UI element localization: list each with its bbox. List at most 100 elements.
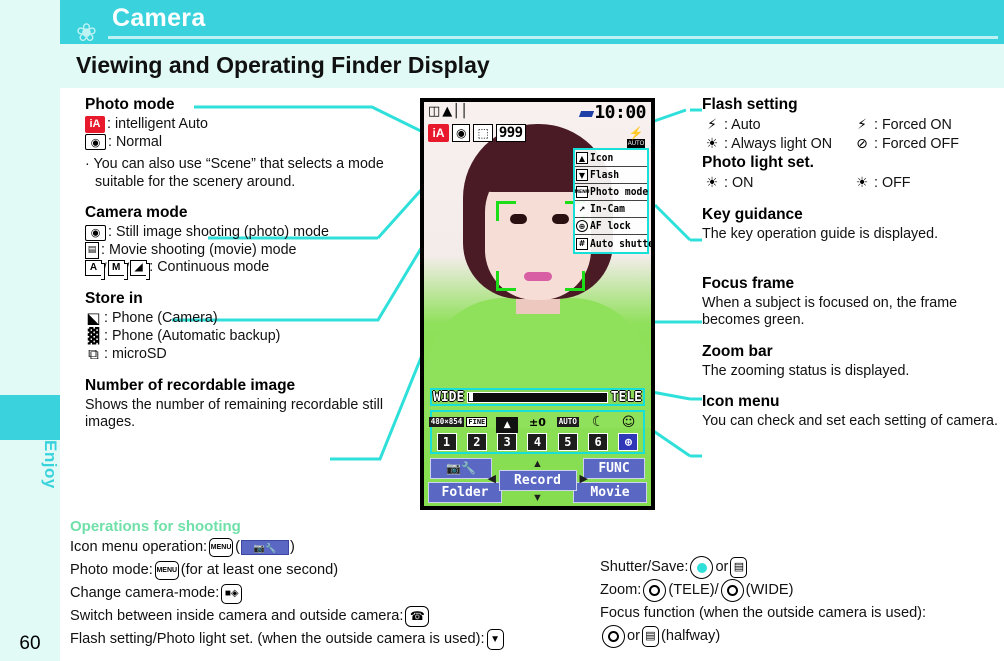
- camera-mode-item-label: : Still image shooting (photo) mode: [108, 224, 329, 240]
- recordable-heading: Number of recordable image: [85, 376, 296, 394]
- icon-menu-item[interactable]: AUTO 5: [554, 411, 581, 451]
- key-guidance-row[interactable]: # Auto shutter: [575, 235, 651, 252]
- icon-menu-number: 4: [527, 433, 548, 451]
- operation-row: Photo mode: MENU (for at least one secon…: [70, 559, 600, 582]
- flash-auto-icon: ⚡: [707, 116, 717, 133]
- operations-right-column: Shutter/Save: or ▤ Zoom: (TELE)/ (WIDE) …: [600, 536, 1004, 651]
- folder-softkey[interactable]: Folder: [428, 482, 502, 503]
- record-softkey[interactable]: Record: [498, 470, 577, 491]
- key-guidance-row[interactable]: ↗ In-Cam: [575, 201, 647, 218]
- operation-paren-open: (: [235, 539, 240, 555]
- camera-settings-icon: 📷🔧: [240, 540, 289, 555]
- down-key-icon[interactable]: ▼: [486, 629, 504, 650]
- recordable-body: Shows the number of remaining recordable…: [85, 396, 384, 431]
- flash-setting-item-label: : Auto: [724, 116, 761, 133]
- operation-row: Focus function (when the outside camera …: [600, 602, 1004, 625]
- intelligent-auto-icon: iA: [85, 116, 105, 134]
- operation-conjunction: or: [715, 559, 729, 575]
- flash-setting-item-label: : Forced ON: [874, 116, 952, 133]
- store-in-item-label: : microSD: [104, 345, 167, 362]
- left-annotation-column: Photo mode iA : intelligent Auto ◉ : Nor…: [85, 96, 415, 432]
- brightness-value: ±0: [529, 415, 546, 429]
- key-guidance-row[interactable]: ⊕ AF lock: [575, 218, 647, 235]
- key-guidance-label: Flash: [590, 169, 620, 181]
- whitebalance-badge: AUTO: [556, 417, 579, 427]
- operation-label: Flash setting/Photo light set. (when the…: [70, 631, 485, 647]
- icon-menu-item[interactable]: ☾ 6: [585, 411, 612, 451]
- phone-camera-storage-icon: ⬕: [86, 308, 101, 327]
- flash-setting-item-label: : Always light ON: [724, 135, 833, 152]
- side-key-icon[interactable]: ▤: [641, 626, 659, 647]
- menu-key-icon[interactable]: MENU: [154, 561, 179, 580]
- photo-mode-item: ◉ : Normal: [85, 134, 415, 152]
- icon-menu-body: You can check and set each setting of ca…: [702, 413, 998, 429]
- camera-settings-softkey[interactable]: 📷🔧: [430, 458, 492, 479]
- icon-menu-item[interactable]: 480×854 1: [428, 411, 465, 451]
- icon-menu-item[interactable]: ±0 4: [524, 411, 551, 451]
- center-key-icon[interactable]: [690, 556, 714, 579]
- call-key-icon[interactable]: ☎: [405, 606, 430, 627]
- operation-label: Shutter/Save:: [600, 559, 689, 575]
- store-in-heading: Store in: [85, 289, 143, 307]
- menu-key-icon[interactable]: MENU: [209, 538, 234, 557]
- zoom-bar-body: The zooming status is displayed.: [702, 362, 910, 379]
- icon-menu-item[interactable]: ☺ ⊕: [615, 411, 642, 451]
- key-guidance-body: The key operation guide is displayed.: [702, 226, 939, 242]
- battery-icon: ◫: [428, 104, 441, 119]
- focus-frame-corner: [496, 201, 516, 221]
- icon-menu[interactable]: 480×854 1 FINE 2 ▲ 3 ±0 4 AUTO 5 ☾ 6 ☺ ⊕: [428, 410, 645, 454]
- icon-menu-item[interactable]: ▲ 3: [494, 417, 521, 451]
- key-guidance-row[interactable]: ▲ Icon: [575, 150, 647, 167]
- zoom-bar-track[interactable]: [467, 391, 608, 403]
- flash-setting-item-label: : Forced OFF: [874, 135, 959, 152]
- down-key-icon: ▼: [576, 169, 588, 181]
- menu-key-icon: MENU: [575, 186, 590, 198]
- operation-row: Flash setting/Photo light set. (when the…: [70, 628, 600, 651]
- smile-detect-icon: ☺: [621, 414, 636, 430]
- wide-key-icon[interactable]: [720, 579, 744, 602]
- softkey-bar: 📷🔧 Folder FUNC Movie Record ▲ ▼ ◀ ▶: [424, 458, 651, 506]
- icon-menu-item[interactable]: FINE 2: [463, 411, 490, 451]
- operations-title: Operations for shooting: [70, 518, 241, 535]
- icon-menu-heading: Icon menu: [702, 393, 780, 410]
- zoom-bar[interactable]: WIDE TELE: [430, 388, 645, 406]
- store-in-item: ▓ : Phone (Automatic backup): [85, 327, 415, 346]
- photo-mode-item-label: : Normal: [108, 133, 163, 150]
- focus-key-icon[interactable]: [602, 625, 625, 648]
- camera-viewfinder: ◫ ▲││ 10:00 ⚡ AUTO iA ◉ ⬚ 999 ▲ Icon ▼ Fl…: [424, 102, 651, 506]
- flash-setting-item: ⚡ : Auto: [702, 116, 852, 135]
- operation-conjunction: or: [627, 628, 640, 644]
- dpad-key-icon: ⊕: [576, 220, 588, 232]
- key-guidance-label: Icon: [590, 152, 614, 164]
- scene-off-icon: ▲: [496, 417, 519, 433]
- store-in-badge-icon: ⬚: [473, 124, 493, 142]
- movie-film-icon: ▤: [85, 241, 99, 259]
- photo-light-item: ☀ : OFF: [852, 174, 911, 193]
- operation-label: Switch between inside camera and outside…: [70, 608, 404, 624]
- side-key-icon[interactable]: ▤: [730, 557, 748, 578]
- movie-softkey[interactable]: Movie: [573, 482, 647, 503]
- zoom-wide-label: WIDE: [433, 389, 465, 405]
- zoom-tele-label: TELE: [610, 389, 642, 405]
- flash-forced-on-icon: ⚡: [857, 116, 867, 133]
- store-in-item-label: : Phone (Camera): [104, 309, 218, 326]
- func-softkey[interactable]: FUNC: [583, 458, 645, 479]
- dpad-down-icon: ▼: [532, 492, 543, 504]
- key-guidance-row[interactable]: MENU Photo mode: [575, 184, 648, 201]
- subject-body: [424, 298, 651, 428]
- operation-row: Switch between inside camera and outside…: [70, 605, 600, 628]
- resolution-value: 480×854: [428, 411, 465, 433]
- operation-label: Focus function (when the outside camera …: [600, 605, 927, 621]
- flash-setting-heading: Flash setting: [702, 96, 798, 113]
- operation-row: Zoom: (TELE)/ (WIDE): [600, 579, 1004, 602]
- icon-menu-number: 6: [588, 433, 609, 451]
- camera-mode-key-icon[interactable]: ■◈: [221, 583, 243, 604]
- operation-label: Zoom:: [600, 582, 642, 598]
- operation-paren-close: ): [289, 539, 295, 555]
- tele-key-icon[interactable]: [643, 579, 667, 602]
- photo-light-heading: Photo light set.: [702, 154, 814, 171]
- photo-light-on-icon: ☀: [705, 174, 719, 191]
- key-guidance-row[interactable]: ▼ Flash: [575, 167, 647, 184]
- dpad-up-icon: ▲: [532, 458, 543, 470]
- camera-normal-icon: ◉: [85, 134, 106, 151]
